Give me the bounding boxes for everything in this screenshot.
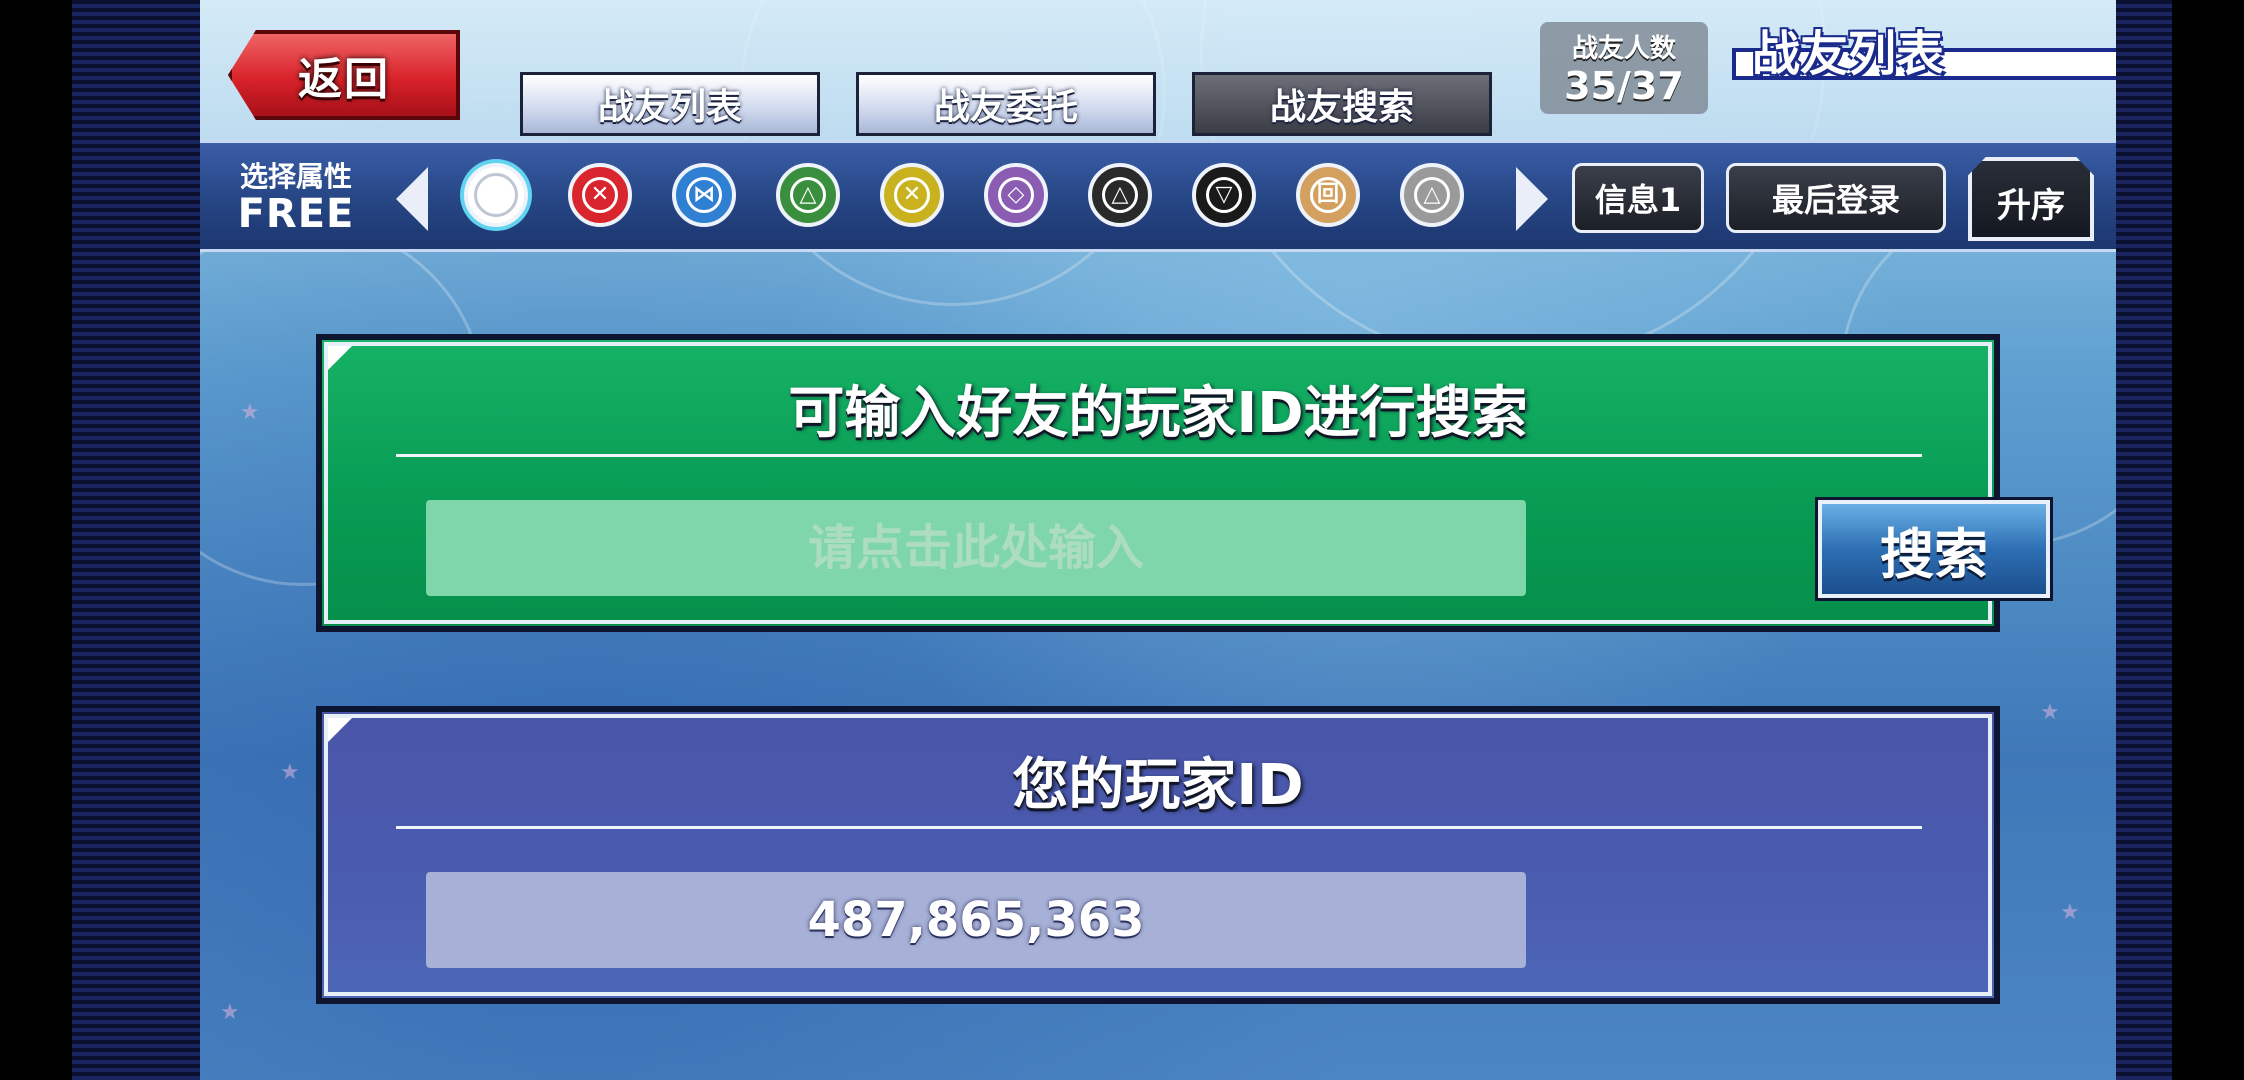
- sort-order-label: 升序: [1997, 186, 2065, 226]
- info-sort-label: 信息1: [1594, 181, 1682, 219]
- sort-order-button[interactable]: 升序: [1968, 157, 2094, 241]
- attribute-blue-icon[interactable]: ⋈: [672, 163, 736, 227]
- player-id-display: 487,865,363: [426, 872, 1526, 968]
- tab-friend-search[interactable]: 战友搜索: [1192, 72, 1492, 136]
- attribute-filter-bar: 选择属性 FREE ✕ ⋈ △ ✕ ◇ △ ▽ 回 △ 信息1 最后登录 升序: [200, 140, 2116, 252]
- attribute-glyph: [474, 173, 518, 217]
- attribute-glyph: △: [1102, 177, 1138, 213]
- bg-star-icon: ★: [240, 400, 260, 425]
- tab-label: 战友委托: [933, 87, 1078, 128]
- attribute-purple-icon[interactable]: ◇: [984, 163, 1048, 227]
- attribute-black-icon[interactable]: △: [1088, 163, 1152, 227]
- player-id-value: 487,865,363: [807, 892, 1145, 948]
- panel-corner-icon: [328, 718, 352, 742]
- attribute-all-icon[interactable]: [464, 163, 528, 227]
- tab-friend-request[interactable]: 战友委托: [856, 72, 1156, 136]
- attribute-red-icon[interactable]: ✕: [568, 163, 632, 227]
- attribute-glyph: ✕: [582, 177, 618, 213]
- search-button-label: 搜索: [1880, 522, 1988, 586]
- left-border: [0, 0, 200, 1080]
- attribute-filter-value: FREE: [237, 191, 355, 237]
- attribute-orange-icon[interactable]: 回: [1296, 163, 1360, 227]
- page-title: 战友列表: [1752, 26, 1945, 82]
- attribute-glyph: ▽: [1206, 177, 1242, 213]
- search-button[interactable]: 搜索: [1815, 497, 2053, 601]
- back-button-label: 返回: [298, 54, 390, 105]
- search-panel: 可输入好友的玩家ID进行搜索 搜索: [316, 334, 2053, 632]
- search-panel-title: 可输入好友的玩家ID进行搜索: [788, 381, 1528, 446]
- attribute-gray-icon[interactable]: △: [1400, 163, 1464, 227]
- divider: [396, 826, 1922, 829]
- friend-count-value: 35/37: [1564, 64, 1684, 108]
- info-sort-button[interactable]: 信息1: [1572, 163, 1704, 233]
- tab-label: 战友列表: [597, 87, 742, 128]
- attribute-filter-label: 选择属性: [239, 160, 352, 193]
- attribute-glyph: △: [1414, 177, 1450, 213]
- game-screen: ★ ★ ★ ★ ★ 返回 战友列表 战友委托 战友搜索 战友人数 35/37 战…: [200, 0, 2116, 1080]
- attribute-yellow-icon[interactable]: ✕: [880, 163, 944, 227]
- tab-label: 战友搜索: [1269, 87, 1414, 128]
- attribute-glyph: 回: [1310, 177, 1346, 213]
- right-border: [2116, 0, 2244, 1080]
- bg-star-icon: ★: [2040, 700, 2060, 725]
- divider: [396, 454, 1922, 457]
- attribute-glyph: △: [790, 177, 826, 213]
- panel-corner-icon: [328, 346, 352, 370]
- last-login-sort-button[interactable]: 最后登录: [1726, 163, 1946, 233]
- friend-count-badge: 战友人数 35/37: [1540, 22, 1708, 114]
- bg-star-icon: ★: [2060, 900, 2080, 925]
- back-button[interactable]: 返回: [228, 30, 460, 120]
- player-id-panel-title: 您的玩家ID: [1012, 753, 1304, 818]
- attribute-dark-icon[interactable]: ▽: [1192, 163, 1256, 227]
- bg-star-icon: ★: [280, 760, 300, 785]
- player-id-search-input[interactable]: [426, 500, 1526, 596]
- attribute-green-icon[interactable]: △: [776, 163, 840, 227]
- attribute-glyph: ⋈: [686, 177, 722, 213]
- attribute-glyph: ◇: [998, 177, 1034, 213]
- tab-friend-list[interactable]: 战友列表: [520, 72, 820, 136]
- arrow-right-icon[interactable]: [1516, 167, 1548, 231]
- last-login-sort-label: 最后登录: [1771, 181, 1900, 219]
- friend-count-label: 战友人数: [1571, 34, 1676, 64]
- attribute-glyph: ✕: [894, 177, 930, 213]
- player-id-panel: 您的玩家ID 487,865,363: [316, 706, 2000, 1004]
- arrow-left-icon[interactable]: [396, 167, 428, 231]
- bg-star-icon: ★: [220, 1000, 240, 1025]
